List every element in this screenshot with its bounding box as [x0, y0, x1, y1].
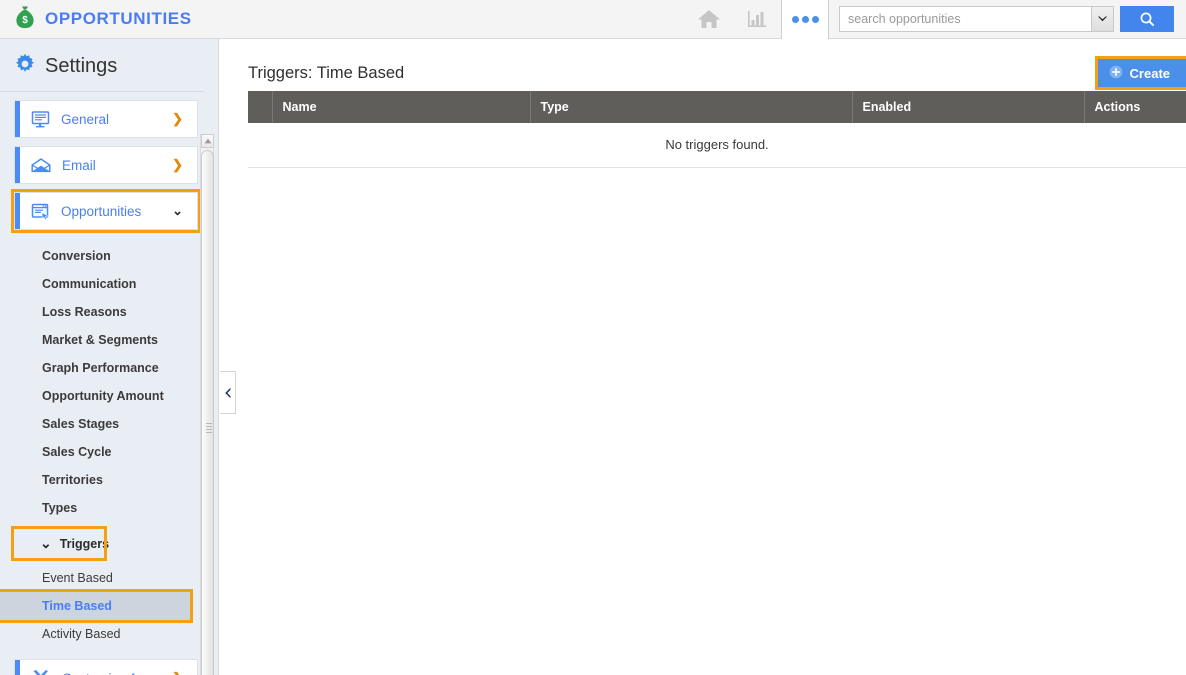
scrollbar-grip — [206, 422, 212, 433]
page-title: Triggers: Time Based — [248, 63, 405, 82]
window-cursor-icon — [31, 203, 50, 220]
dot — [811, 15, 819, 23]
sidebar-collapse-toggle[interactable] — [220, 371, 236, 414]
settings-sidebar: Settings General ❯ Email ❯ Opportunities… — [0, 39, 219, 675]
sidebar-subitem-activity-based[interactable]: Activity Based — [0, 620, 218, 648]
chevron-down-icon: ⌄ — [172, 203, 183, 218]
chevron-left-icon — [224, 387, 230, 398]
monitor-icon — [31, 110, 50, 128]
money-bag-icon: $ — [14, 5, 36, 34]
page-section-title: Settings — [45, 55, 118, 77]
more-dots-icon[interactable] — [781, 0, 829, 39]
search-area — [829, 0, 1186, 39]
sidebar-group-triggers[interactable]: ⌄ Triggers — [11, 526, 109, 561]
svg-text:$: $ — [22, 15, 28, 26]
scroll-up-arrow-icon[interactable] — [201, 134, 214, 148]
bar-chart-icon[interactable] — [733, 0, 781, 39]
chevron-right-icon: ❯ — [172, 111, 183, 126]
chevron-down-icon — [1098, 16, 1107, 22]
settings-header: Settings — [0, 39, 204, 92]
table-header-row: Name Type Enabled Actions — [248, 91, 1186, 123]
sidebar-scrollbar[interactable] — [200, 134, 214, 675]
search-icon — [1140, 12, 1154, 26]
dot — [801, 15, 809, 23]
sidebar-subitem-territories[interactable]: Territories — [0, 466, 218, 494]
page-header: Triggers: Time Based Create — [236, 39, 1186, 91]
table-header-type[interactable]: Type — [530, 91, 853, 123]
main-content: Triggers: Time Based Create Name Type En… — [236, 39, 1186, 675]
top-bar: $ OPPORTUNITIES — [0, 0, 1186, 39]
table-header-select[interactable] — [248, 91, 273, 123]
sidebar-subitem-loss-reasons[interactable]: Loss Reasons — [0, 298, 218, 326]
search-scope-dropdown[interactable] — [1091, 6, 1114, 32]
tools-icon — [31, 669, 51, 675]
sidebar-subitem-graph-performance[interactable]: Graph Performance — [0, 354, 218, 382]
sidebar-item-label: Customize App — [62, 671, 153, 675]
sidebar-group-label: Triggers — [59, 536, 110, 551]
sidebar-subitem-opportunity-amount[interactable]: Opportunity Amount — [0, 382, 218, 410]
table-header-actions[interactable]: Actions — [1084, 91, 1186, 123]
brand[interactable]: $ OPPORTUNITIES — [0, 5, 192, 34]
sidebar-item-email[interactable]: Email ❯ — [14, 146, 198, 184]
sidebar-item-opportunities[interactable]: Opportunities ⌄ — [11, 189, 201, 233]
opportunities-submenu: Conversion Communication Loss Reasons Ma… — [0, 242, 218, 522]
plus-circle-icon — [1109, 65, 1123, 82]
create-button-label: Create — [1129, 65, 1170, 81]
brand-title: OPPORTUNITIES — [45, 9, 192, 28]
sidebar-item-label: General — [61, 111, 110, 127]
gear-icon — [14, 53, 36, 80]
empty-message: No triggers found. — [248, 123, 1186, 168]
home-icon[interactable] — [685, 0, 733, 39]
sidebar-subitem-types[interactable]: Types — [0, 494, 218, 522]
sidebar-subitem-market-segments[interactable]: Market & Segments — [0, 326, 218, 354]
topbar-actions — [685, 0, 1186, 39]
table-body: No triggers found. — [248, 123, 1186, 168]
table-header-enabled[interactable]: Enabled — [852, 91, 1085, 123]
chevron-right-icon: ❯ — [172, 670, 183, 675]
sidebar-subitem-conversion[interactable]: Conversion — [0, 242, 218, 270]
sidebar-subitem-sales-stages[interactable]: Sales Stages — [0, 410, 218, 438]
dot — [791, 15, 799, 23]
search-input[interactable] — [839, 6, 1091, 32]
sidebar-subitem-time-based[interactable]: Time Based — [0, 589, 193, 623]
triggers-table: Name Type Enabled Actions No triggers fo… — [248, 91, 1186, 168]
chevron-right-icon: ❯ — [172, 157, 183, 172]
sidebar-item-label: Email — [62, 157, 96, 173]
chevron-down-icon: ⌄ — [40, 535, 52, 551]
create-button[interactable]: Create — [1094, 56, 1186, 90]
triggers-submenu: Event Based Time Based Activity Based — [0, 564, 218, 648]
table-empty-row: No triggers found. — [248, 123, 1186, 168]
sidebar-item-general[interactable]: General ❯ — [14, 100, 198, 138]
sidebar-item-customize-app[interactable]: Customize App ❯ — [14, 659, 198, 675]
sidebar-subitem-sales-cycle[interactable]: Sales Cycle — [0, 438, 218, 466]
envelope-icon — [31, 157, 51, 173]
sidebar-subitem-event-based[interactable]: Event Based — [0, 564, 218, 592]
sidebar-scrollbar-thumb[interactable] — [201, 150, 214, 675]
sidebar-item-label: Opportunities — [61, 203, 142, 219]
search-button[interactable] — [1120, 6, 1174, 32]
table-header-name[interactable]: Name — [272, 91, 531, 123]
sidebar-subitem-communication[interactable]: Communication — [0, 270, 218, 298]
